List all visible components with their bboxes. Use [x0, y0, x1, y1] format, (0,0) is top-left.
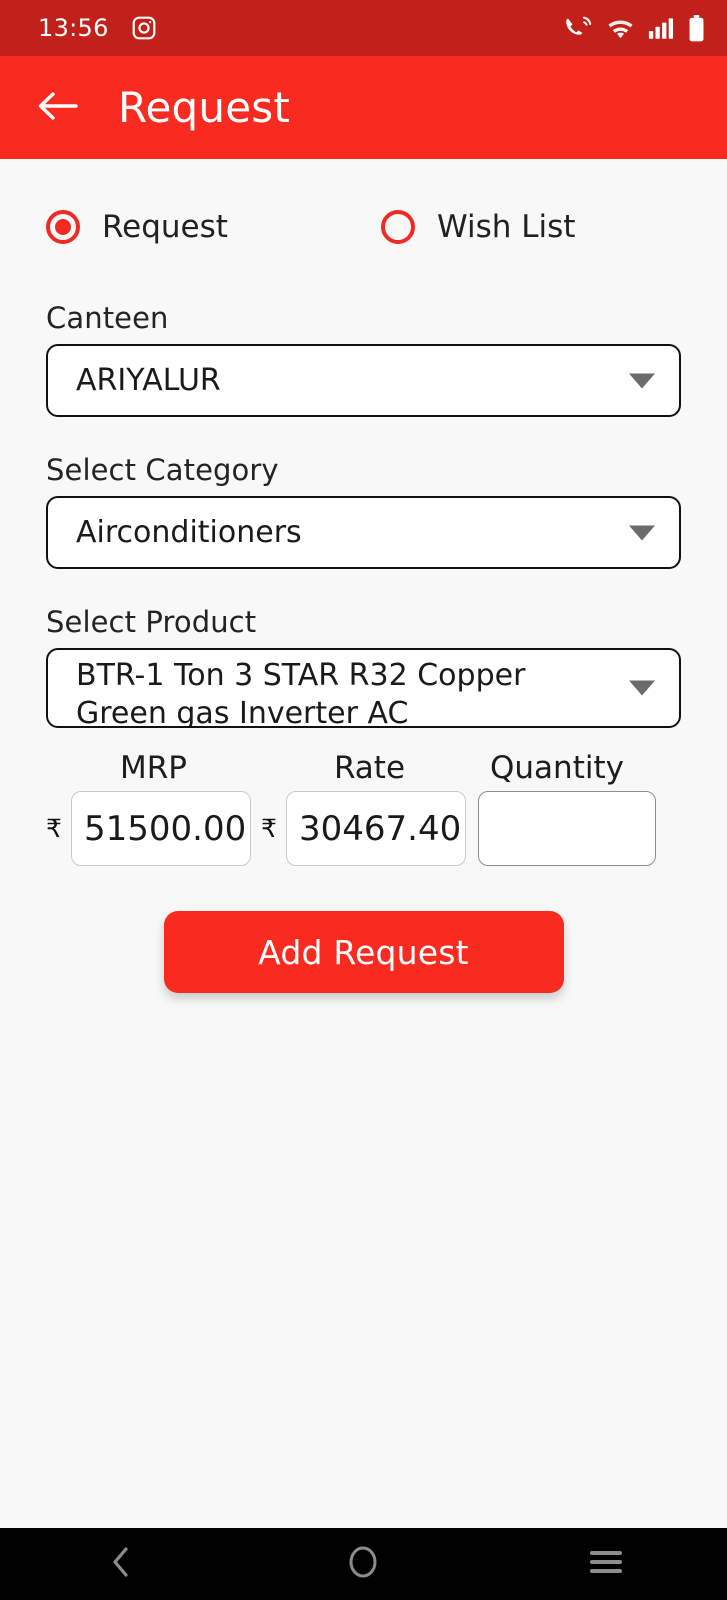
back-chevron-icon — [108, 1545, 134, 1583]
recents-menu-icon — [589, 1548, 623, 1580]
app-bar: Request — [0, 56, 727, 159]
price-row: MRP ₹ 51500.00 Rate ₹ 30467.40 Quantity — [46, 750, 681, 866]
add-request-wrap: Add Request — [46, 911, 681, 993]
quantity-input[interactable] — [478, 791, 656, 866]
radio-unselected-icon — [381, 210, 415, 244]
mrp-cell: MRP ₹ 51500.00 — [46, 750, 261, 866]
back-button[interactable] — [30, 80, 86, 136]
rate-input-wrap: ₹ 30467.40 — [261, 791, 478, 866]
rupee-icon: ₹ — [261, 814, 277, 843]
rate-label: Rate — [333, 750, 406, 786]
mode-selector: Request Wish List — [46, 209, 681, 245]
status-time: 13:56 — [38, 14, 109, 42]
status-bar: 13:56 — [0, 0, 727, 56]
battery-icon — [688, 14, 705, 42]
instagram-icon — [131, 15, 157, 41]
category-value: Airconditioners — [76, 515, 302, 550]
radio-option-request[interactable]: Request — [46, 209, 381, 245]
signal-bars-icon — [648, 16, 675, 40]
mrp-input-wrap: ₹ 51500.00 — [46, 791, 261, 866]
category-label: Select Category — [46, 453, 279, 487]
rate-cell: Rate ₹ 30467.40 — [261, 750, 478, 866]
canteen-label: Canteen — [46, 301, 169, 335]
product-value: BTR-1 Ton 3 STAR R32 Copper Green gas In… — [76, 658, 526, 728]
radio-option-wishlist[interactable]: Wish List — [381, 209, 575, 245]
rupee-icon: ₹ — [46, 814, 62, 843]
product-dropdown[interactable]: BTR-1 Ton 3 STAR R32 Copper Green gas In… — [46, 648, 681, 728]
chevron-down-icon — [629, 525, 655, 540]
status-bar-right — [564, 14, 705, 42]
chevron-down-icon — [629, 373, 655, 388]
radio-label-request: Request — [102, 209, 228, 245]
nav-home-button[interactable] — [303, 1528, 423, 1600]
call-waves-icon — [564, 15, 593, 41]
quantity-input-wrap — [478, 791, 658, 866]
form-content: Request Wish List Canteen ARIYALUR Selec… — [0, 159, 727, 1528]
canteen-value: ARIYALUR — [76, 363, 221, 398]
page-title: Request — [118, 83, 291, 132]
canteen-dropdown[interactable]: ARIYALUR — [46, 344, 681, 417]
rate-input[interactable]: 30467.40 — [286, 791, 466, 866]
mrp-label: MRP — [120, 750, 187, 786]
wifi-icon — [606, 16, 635, 40]
status-bar-left: 13:56 — [38, 14, 157, 42]
mrp-input[interactable]: 51500.00 — [71, 791, 251, 866]
chevron-down-icon — [629, 680, 655, 696]
nav-back-button[interactable] — [61, 1528, 181, 1600]
android-nav-bar — [0, 1528, 727, 1600]
add-request-button[interactable]: Add Request — [163, 911, 564, 993]
category-dropdown[interactable]: Airconditioners — [46, 496, 681, 569]
radio-selected-icon — [46, 210, 80, 244]
home-circle-icon — [346, 1543, 380, 1585]
phone-screen: 13:56 Request Request Wish List Canteen … — [0, 0, 727, 1600]
quantity-label: Quantity — [490, 750, 624, 786]
back-arrow-icon — [36, 89, 80, 127]
nav-recents-button[interactable] — [546, 1528, 666, 1600]
quantity-cell: Quantity — [478, 750, 658, 866]
product-label: Select Product — [46, 605, 257, 639]
radio-label-wishlist: Wish List — [437, 209, 576, 245]
